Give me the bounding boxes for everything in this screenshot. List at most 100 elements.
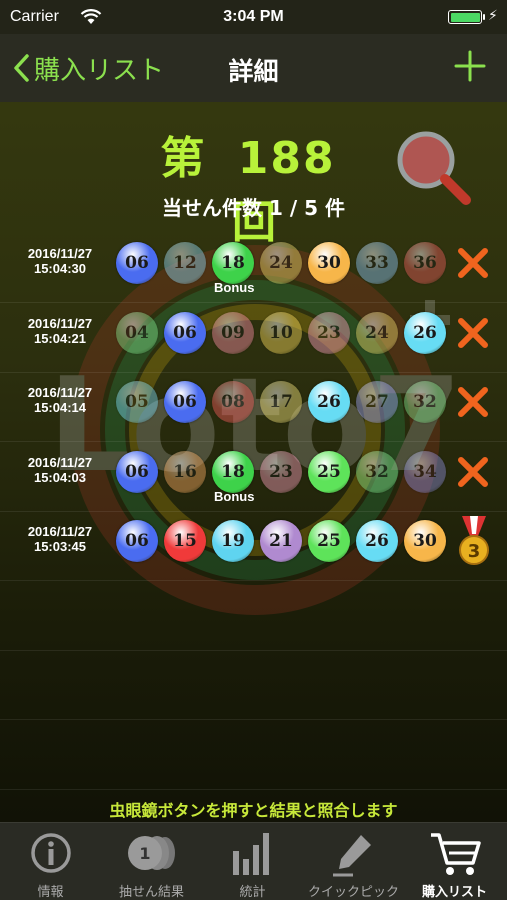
- add-button[interactable]: [452, 48, 488, 84]
- number-ball: 26: [404, 311, 446, 354]
- number-ball: 16: [164, 450, 206, 493]
- lose-x-icon: [458, 317, 488, 348]
- number-ball: 23: [308, 311, 350, 354]
- number-ball: 30: [404, 520, 446, 562]
- purchase-timestamp: 2016/11/27 15:04:30: [6, 246, 114, 276]
- row-separator: [0, 441, 507, 442]
- tab-purchase-list[interactable]: 購入リスト: [404, 823, 505, 900]
- ball-number: 23: [317, 322, 341, 343]
- ball-number: 27: [365, 392, 389, 412]
- purchase-timestamp: 2016/11/27 15:04:21: [6, 316, 114, 346]
- tab-statistics[interactable]: 統計: [202, 823, 303, 900]
- bar-chart-icon: [232, 833, 269, 875]
- purchase-date: 2016/11/27: [27, 454, 93, 470]
- ball-number: 06: [173, 392, 197, 412]
- number-ball: 17: [260, 381, 302, 423]
- ticket-row[interactable]: 2016/11/27 15:04:14 05 06 08 17 26 27 32: [0, 381, 507, 449]
- ball-number: 36: [413, 253, 437, 273]
- ball-number: 25: [317, 461, 341, 482]
- ball-number: 26: [317, 392, 341, 412]
- number-ball: 06: [164, 311, 206, 354]
- ball-number: 34: [413, 461, 437, 482]
- ball-number: 26: [413, 322, 437, 343]
- number-ball: 15: [164, 520, 206, 562]
- number-ball: 25: [308, 520, 350, 562]
- ball-number: 17: [269, 392, 293, 412]
- nav-title: 詳細: [228, 57, 279, 86]
- ball-number: 18: [221, 253, 245, 273]
- ball-number: 06: [125, 253, 149, 273]
- number-ball: 24: [260, 242, 302, 284]
- number-ball: 06: [116, 450, 158, 493]
- purchase-time: 15:04:03: [33, 469, 87, 485]
- number-ball: 18: [212, 450, 254, 493]
- number-ball: 09: [212, 311, 254, 354]
- ticket-row[interactable]: 2016/11/27 15:04:21 04 06 09 10 23 24 26: [0, 311, 507, 380]
- number-ball: 12: [164, 242, 206, 284]
- tab-draw-results[interactable]: 1 抽せん結果: [101, 823, 202, 900]
- ball-number: 04: [125, 322, 149, 343]
- tab-label: 抽せん結果: [118, 885, 184, 900]
- ticket-row[interactable]: 2016/11/27 15:03:45 06 15 19 21 25 26 30 3: [0, 516, 507, 588]
- number-ball: 26: [356, 520, 398, 562]
- number-ball: 08: [212, 381, 254, 423]
- ticket-row[interactable]: 2016/11/27 15:04:30 06 12 18 Bonus 24 30 33 36: [0, 242, 507, 310]
- hint-text: 虫眼鏡ボタンを押すと結果と照合します: [109, 801, 398, 820]
- row-separator: [0, 649, 507, 651]
- tab-label: 購入リスト: [421, 885, 487, 900]
- purchase-timestamp: 2016/11/27 15:04:03: [6, 455, 114, 485]
- lose-x-icon: [458, 387, 488, 417]
- row-separator: [0, 371, 507, 373]
- ball-number: 10: [269, 322, 293, 343]
- ball-number: 18: [221, 461, 245, 482]
- number-ball: 25: [308, 450, 350, 493]
- number-ball: 26: [308, 381, 350, 423]
- ball-number: 32: [365, 461, 389, 482]
- ball-number: 33: [365, 253, 389, 273]
- purchase-timestamp: 2016/11/27 15:03:45: [6, 524, 114, 554]
- win-count-label: 当せん件数 1 / 5 件: [162, 196, 345, 220]
- number-ball: 21: [260, 520, 302, 562]
- number-ball: 10: [260, 311, 302, 354]
- ball-number: 25: [317, 531, 341, 551]
- ball-number: 09: [221, 322, 245, 343]
- row-separator: [0, 302, 507, 303]
- tab-quick-pick[interactable]: クイックピック: [303, 823, 404, 900]
- number-ball: 18: [212, 242, 254, 284]
- purchase-time: 15:04:30: [33, 261, 87, 276]
- ball-number: 05: [125, 392, 149, 412]
- svg-text:1: 1: [139, 844, 150, 863]
- number-ball: 32: [356, 450, 398, 493]
- tab-info[interactable]: 情報: [0, 823, 101, 900]
- medal-icon: 3: [459, 516, 489, 565]
- ticket-row[interactable]: 2016/11/27 15:04:03 06 16 18 Bonus 23 25 32 34: [0, 450, 507, 519]
- clock: 3:04 PM: [223, 8, 284, 25]
- number-ball: 05: [116, 381, 158, 423]
- row-separator: [0, 788, 507, 790]
- ball-number: 30: [317, 253, 341, 273]
- purchase-time: 15:04:21: [33, 330, 87, 346]
- purchase-time: 15:04:14: [33, 400, 87, 415]
- number-ball: 36: [404, 242, 446, 284]
- purchase-date: 2016/11/27: [27, 315, 93, 331]
- purchase-time: 15:03:45: [33, 539, 87, 554]
- ball-number: 12: [173, 253, 197, 273]
- purchase-date: 2016/11/27: [27, 246, 93, 261]
- purchase-timestamp: 2016/11/27 15:04:14: [6, 385, 114, 415]
- info-icon: [30, 833, 71, 873]
- ball-number: 26: [365, 531, 389, 551]
- number-ball: 04: [116, 311, 158, 354]
- number-ball: 33: [356, 242, 398, 284]
- ball-number: 16: [173, 461, 197, 482]
- draw-prefix: 第: [160, 133, 207, 184]
- ball-number: 32: [413, 392, 437, 412]
- number-ball: 24: [356, 311, 398, 354]
- ball-number: 19: [221, 531, 245, 551]
- row-separator: [0, 510, 507, 512]
- ball-number: 24: [365, 322, 389, 343]
- purchase-date: 2016/11/27: [27, 385, 93, 400]
- tab-label: 情報: [37, 885, 64, 900]
- cart-icon: [430, 833, 481, 875]
- bonus-label: Bonus: [214, 280, 255, 295]
- prize-rank: 3: [468, 541, 481, 562]
